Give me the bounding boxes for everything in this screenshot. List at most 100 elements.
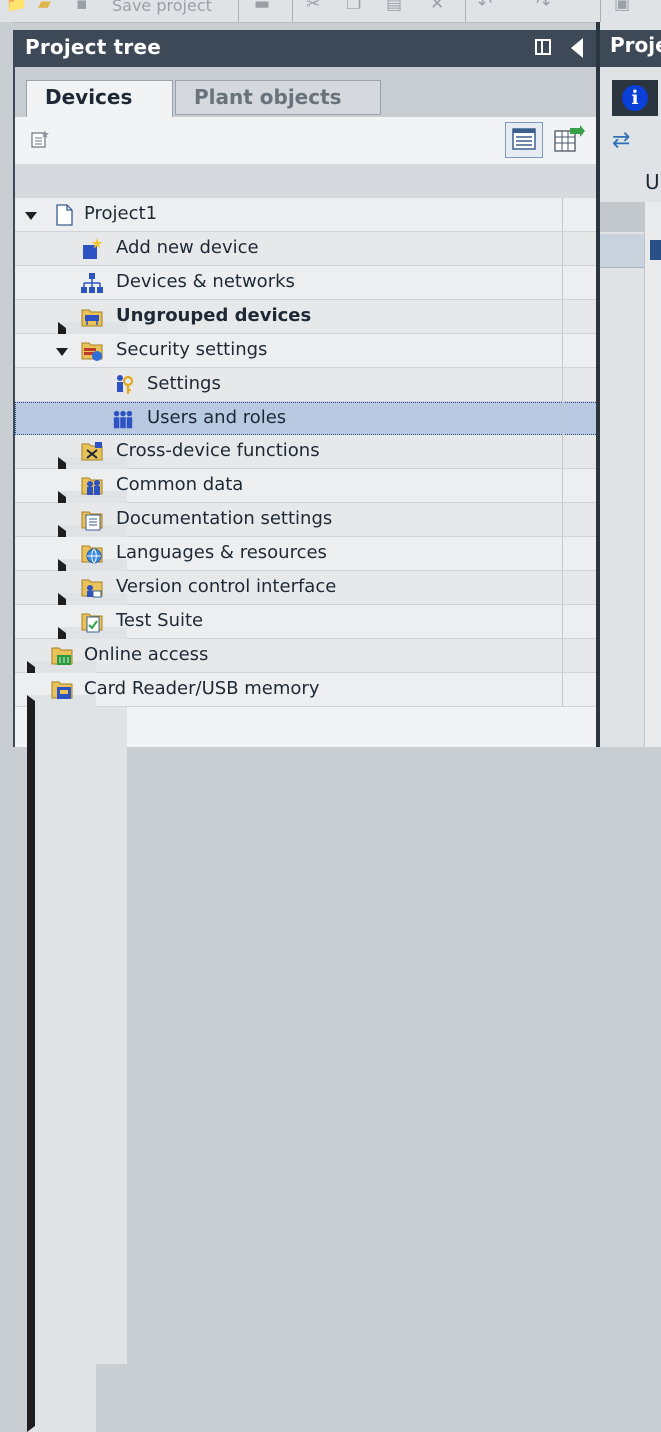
redo-icon[interactable]: ↷ (536, 0, 550, 14)
delete-icon[interactable]: ✕ (430, 0, 444, 14)
right-column-header: U (645, 170, 660, 194)
tree-item-label: Common data (116, 474, 244, 495)
column-divider (562, 639, 563, 672)
list-view-icon (512, 128, 536, 150)
collapse-panel-icon[interactable] (571, 38, 583, 58)
column-divider (562, 300, 563, 333)
tree-item-label: Version control interface (116, 576, 337, 597)
new-item-icon[interactable] (30, 129, 50, 149)
tree-item-label: Cross-device functions (116, 440, 320, 461)
column-divider (562, 232, 563, 265)
version-control-icon (81, 579, 103, 598)
split-view-icon[interactable] (535, 39, 551, 55)
device-group-icon (81, 309, 103, 327)
column-divider (562, 673, 563, 706)
copy-icon[interactable]: ❐ (346, 0, 361, 14)
tree-item-add-new-device[interactable]: Add new device (15, 232, 598, 266)
tree-item-security-settings[interactable]: Security settings (15, 334, 598, 368)
tree-item-languages-resources[interactable]: Languages & resources (15, 537, 598, 1296)
tree-item-project1[interactable]: Project1 (15, 198, 598, 232)
collapse-arrow-icon[interactable] (25, 212, 37, 220)
column-divider (562, 503, 563, 536)
network-icon (81, 273, 103, 293)
project-tree-panel: Project tree Devices Plant objects Proje… (13, 30, 598, 1432)
tree-item-test-suite[interactable]: Test Suite (15, 605, 598, 1364)
add-device-icon (83, 238, 103, 259)
cross-device-icon (81, 442, 103, 461)
tree-item-version-control-interface[interactable]: Version control interface (15, 571, 598, 1330)
toolbar-separator (238, 0, 239, 22)
tree-item-online-access[interactable]: Online access (15, 639, 598, 1398)
details-view-button[interactable] (505, 122, 543, 158)
panel-header: Project tree (15, 30, 598, 67)
right-pane-title: Proje (600, 30, 661, 67)
online-access-icon (51, 647, 73, 665)
users-icon (113, 410, 133, 429)
column-divider (562, 368, 563, 401)
refresh-sync-icon[interactable]: ⇄ (612, 128, 630, 153)
tree-item-label: Settings (147, 373, 221, 394)
test-suite-icon (81, 613, 103, 633)
user-icon (650, 240, 661, 260)
card-reader-icon (51, 681, 73, 699)
tree-item-label: Ungrouped devices (116, 305, 312, 326)
tab-plant-objects[interactable]: Plant objects (175, 80, 381, 115)
tree-item-label: Test Suite (116, 610, 204, 631)
right-pane: Proje i ⇄ U (600, 22, 661, 747)
new-folder-icon[interactable]: ▰ (38, 0, 51, 14)
tree-item-label: Online access (84, 644, 209, 665)
toolbar-separator (465, 0, 466, 22)
compile-icon[interactable]: ▣ (614, 0, 630, 14)
security-folder-icon (81, 342, 103, 361)
column-divider (562, 537, 563, 570)
tree-column-header (15, 164, 598, 198)
main-toolbar: 📁 ▰ ▪ Save project ▬ ✂ ❐ ▤ ✕ ↶ ↷ ▣ (0, 0, 661, 23)
table-export-icon[interactable] (550, 122, 586, 158)
tree-item-settings[interactable]: Settings (15, 368, 598, 402)
info-icon: i (622, 85, 648, 111)
tree-item-ungrouped-devices[interactable]: Ungrouped devices (15, 300, 598, 1059)
column-divider (562, 334, 563, 367)
tree-item-label: Languages & resources (116, 542, 327, 563)
left-edge-strip (0, 22, 13, 747)
tree-toolbar (15, 117, 598, 164)
tab-devices[interactable]: Devices (26, 80, 173, 117)
print-icon[interactable]: ▬ (254, 0, 270, 14)
tree-item-label: Documentation settings (116, 508, 333, 529)
column-divider (562, 571, 563, 604)
panel-title: Project tree (25, 35, 162, 59)
tree-item-label: Users and roles (147, 407, 287, 428)
tree-item-label: Project1 (84, 203, 158, 224)
paste-icon[interactable]: ▤ (386, 0, 402, 14)
settings-key-icon (117, 375, 134, 394)
common-data-icon (81, 477, 103, 495)
tree-item-label: Devices & networks (116, 271, 295, 292)
tree-item-label: Add new device (116, 237, 259, 258)
project-tree: Project1 Add new device Devices & networ… (15, 198, 598, 1432)
tree-item-cross-device-functions[interactable]: Cross-device functions (15, 435, 598, 1194)
column-divider (563, 402, 564, 435)
collapse-arrow-icon[interactable] (56, 348, 68, 356)
info-tab-button[interactable]: i (612, 80, 658, 116)
cut-icon[interactable]: ✂ (306, 0, 320, 14)
column-divider (562, 198, 563, 231)
column-divider (562, 435, 563, 468)
tab-bar: Devices Plant objects (15, 67, 598, 117)
column-divider (562, 266, 563, 299)
tree-item-card-reader-usb[interactable]: Card Reader/USB memory (15, 673, 598, 1432)
undo-icon[interactable]: ↶ (478, 0, 492, 14)
tree-item-devices-networks[interactable]: Devices & networks (15, 266, 598, 300)
expand-arrow-icon[interactable] (27, 695, 96, 1432)
tree-item-label: Card Reader/USB memory (84, 678, 320, 699)
open-folder-icon[interactable]: 📁 (6, 0, 27, 14)
column-divider (562, 469, 563, 502)
save-project-button[interactable]: Save project (112, 0, 212, 15)
tree-item-documentation-settings[interactable]: Documentation settings (15, 503, 598, 1262)
documentation-icon (81, 511, 103, 531)
tree-item-users-and-roles[interactable]: Users and roles (15, 402, 598, 435)
right-grid-column (644, 202, 661, 747)
toolbar-separator (292, 0, 293, 22)
save-icon[interactable]: ▪ (76, 0, 88, 14)
tree-item-common-data[interactable]: Common data (15, 469, 598, 1228)
languages-globe-icon (81, 545, 103, 564)
